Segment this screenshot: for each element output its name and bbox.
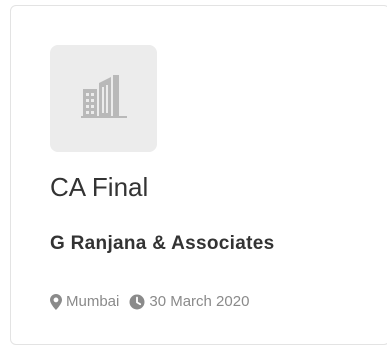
location: Mumbai — [50, 292, 119, 312]
company-name[interactable]: G Ranjana & Associates — [50, 231, 274, 257]
posted-date: 30 March 2020 — [129, 292, 249, 312]
company-logo-placeholder — [50, 45, 157, 152]
clock-icon — [129, 294, 145, 310]
building-icon — [79, 73, 129, 124]
map-marker-icon — [50, 294, 62, 310]
job-meta: Mumbai 30 March 2020 — [50, 292, 249, 312]
job-title[interactable]: CA Final — [50, 170, 148, 204]
location-text: Mumbai — [66, 293, 120, 310]
job-card[interactable]: CA Final G Ranjana & Associates Mumbai 3… — [10, 5, 387, 345]
posted-date-text: 30 March 2020 — [149, 293, 250, 310]
